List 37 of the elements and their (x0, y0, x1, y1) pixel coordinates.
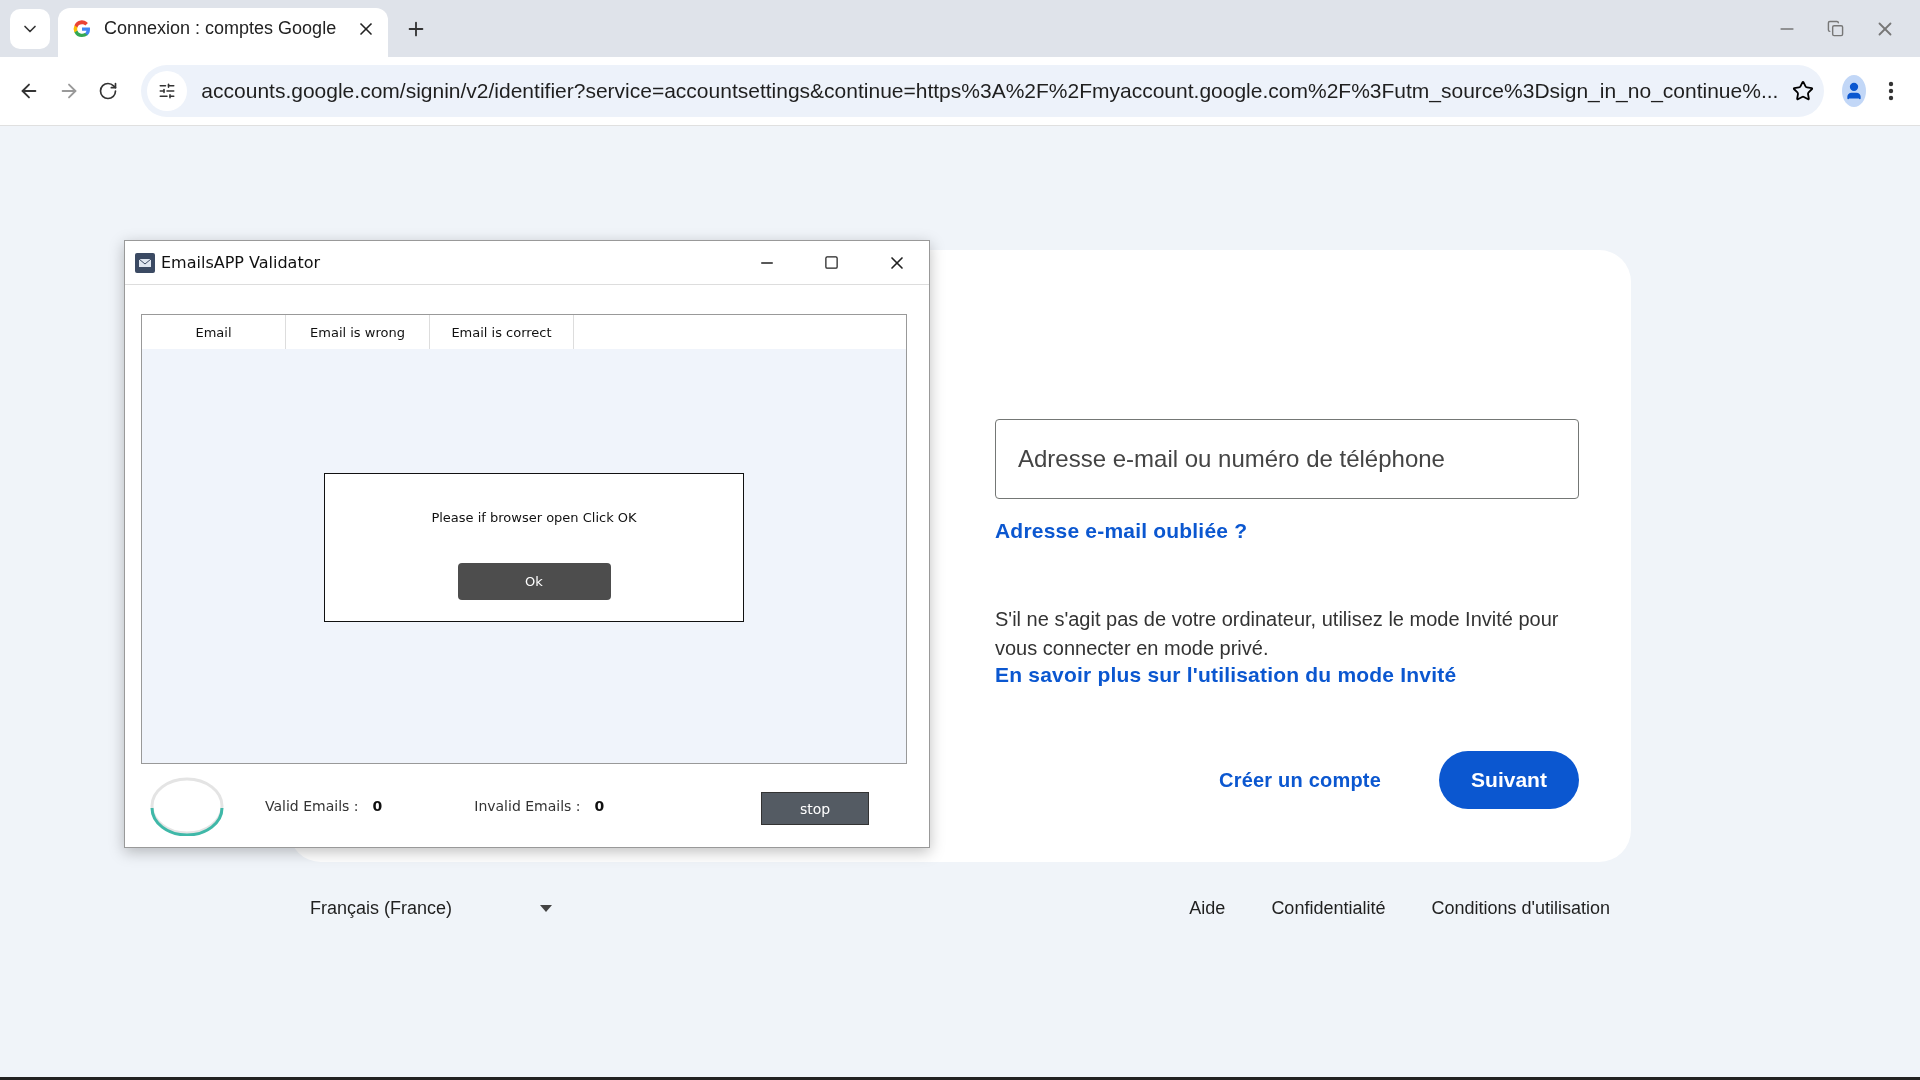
tab-title: Connexion : comptes Google (104, 18, 338, 39)
window-title: EmailsAPP Validator (161, 253, 321, 272)
maximize-icon[interactable] (824, 255, 839, 270)
guest-mode-text: S'il ne s'agit pas de votre ordinateur, utilisez le mode Invité pour vous connecter en mode privé. (995, 607, 1560, 661)
reload-icon (98, 81, 119, 101)
dialog-message: Please if browser open Click OK (431, 510, 637, 525)
url-text: accounts.google.com/signin/v2/identifier?service=accountsettings&continue=https%3A%2F%2Fmyaccount.google.com%2F%3Futm_source%3Dsign_in_no_continue%... (201, 79, 1779, 103)
footer-link[interactable]: Conditions d'utilisation (1431, 898, 1610, 919)
ok-button[interactable]: Ok (457, 563, 611, 600)
column-header: Email is wrong (286, 315, 430, 349)
stat-label: Invalid Emails : (474, 797, 581, 814)
menu-icon (1888, 81, 1895, 101)
sliders-icon (158, 82, 177, 100)
loading-spinner-icon (149, 775, 225, 836)
dropdown-caret-icon (540, 905, 553, 912)
column-header: Email is correct (430, 315, 574, 349)
browser-tab[interactable]: Connexion : comptes Google (58, 8, 388, 57)
guest-mode-link[interactable]: En savoir plus sur l'utilisation du mode Invité (995, 663, 1457, 686)
footer-link[interactable]: Confidentialité (1271, 898, 1386, 919)
next-button[interactable]: Suivant (1439, 751, 1579, 809)
address-bar[interactable]: accounts.google.com/signin/v2/identifier?service=accountsettings&continue=https%3A%2F%2Fmyaccount.google.com%2F%3Futm_source%3Dsign_in_no_continue%... (141, 65, 1825, 117)
site-info-button[interactable] (147, 71, 188, 111)
email-input-field[interactable]: Adresse e-mail ou numéro de téléphone (995, 419, 1579, 499)
column-header: Email (142, 315, 286, 349)
stat-label: Valid Emails : (265, 797, 359, 814)
profile-avatar[interactable] (1842, 75, 1867, 107)
language-dropdown[interactable]: Français (France) (310, 898, 553, 919)
stat-value: 0 (594, 797, 605, 814)
footer-link[interactable]: Aide (1189, 898, 1226, 919)
bookmark-star-icon[interactable] (1792, 80, 1815, 102)
app-envelope-icon (135, 252, 155, 273)
restore-icon[interactable] (1827, 20, 1844, 37)
stop-button[interactable]: stop (761, 792, 869, 825)
google-logo-icon (72, 18, 92, 39)
forgot-email-link[interactable]: Adresse e-mail oubliée ? (995, 519, 1248, 542)
create-account-link[interactable]: Créer un compte (1219, 768, 1381, 792)
stat-value: 0 (372, 797, 383, 814)
